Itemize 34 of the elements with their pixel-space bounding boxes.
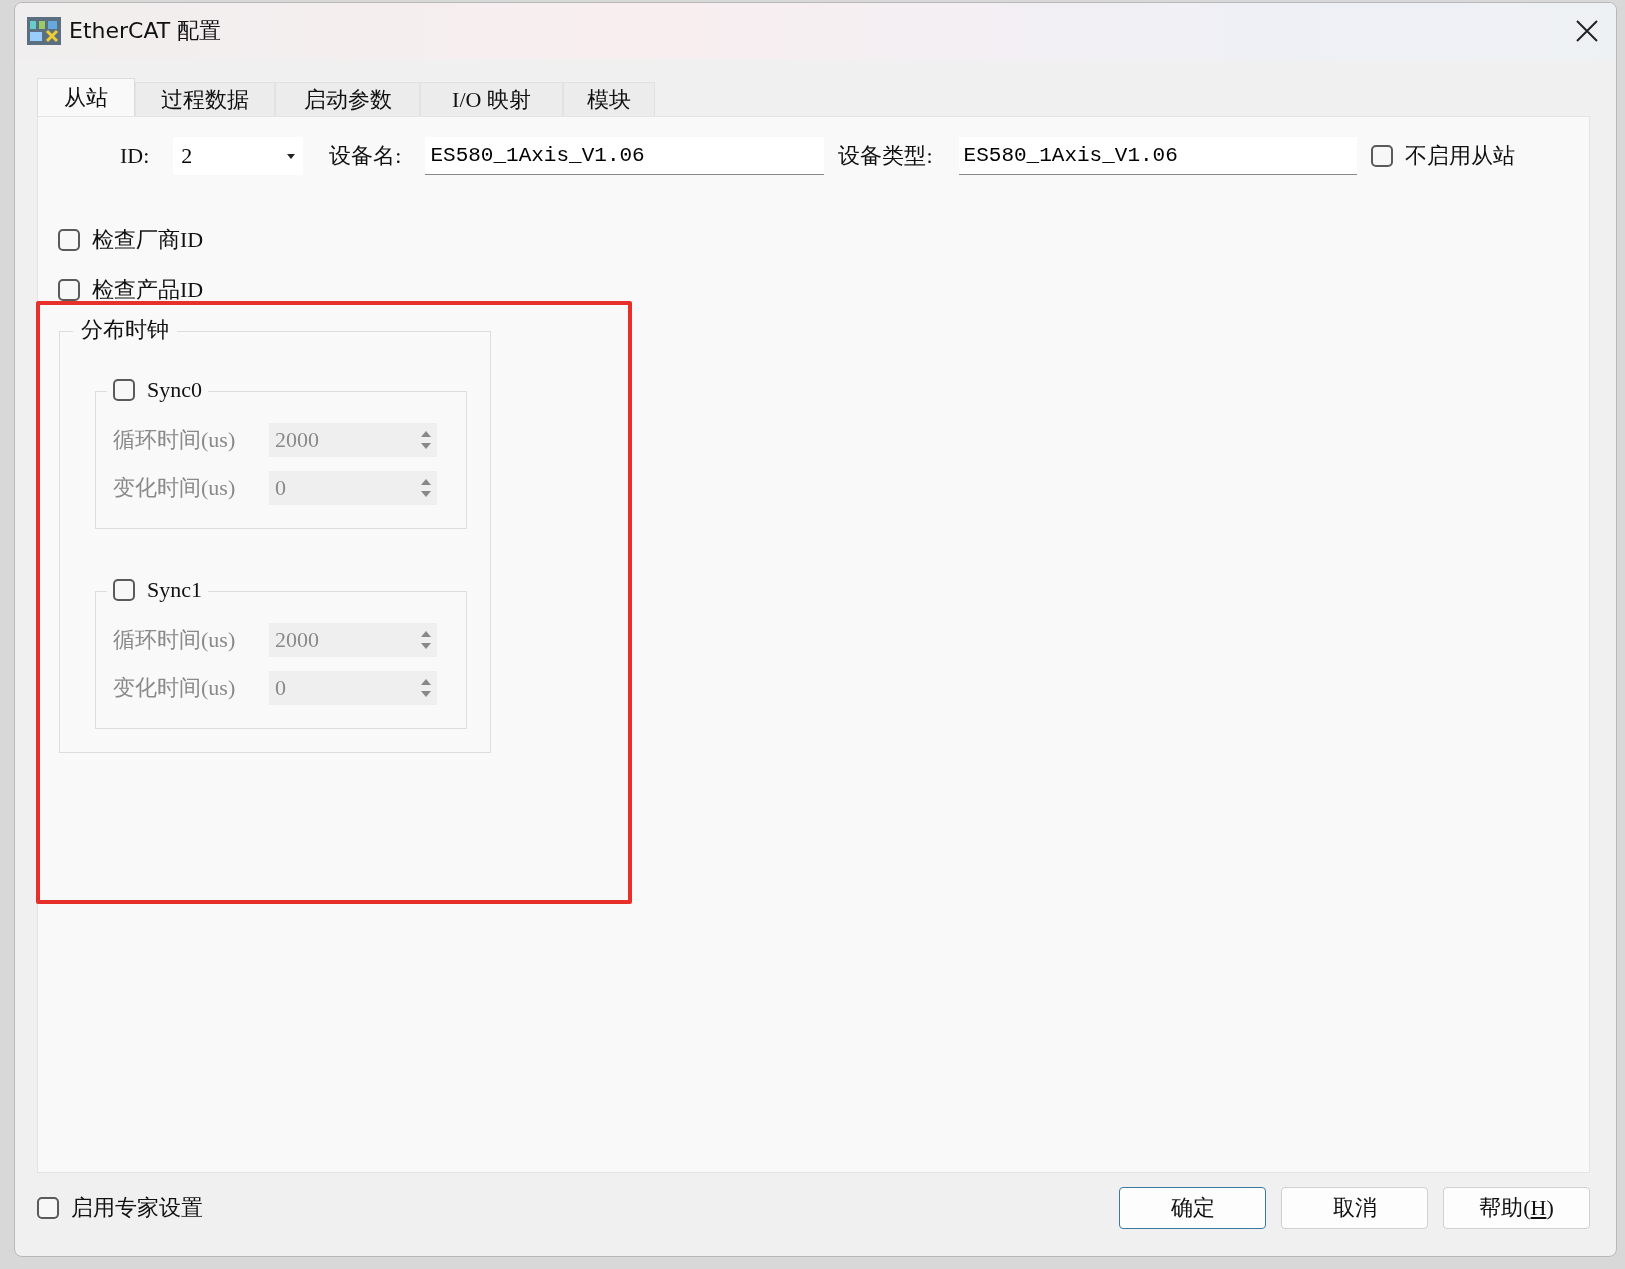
tab[interactable]: 过程数据 [135,82,275,116]
tab[interactable]: 模块 [563,82,655,116]
checkbox[interactable] [113,579,135,601]
checkbox-label: Sync0 [147,377,202,403]
checkbox-label: 不启用从站 [1404,142,1515,170]
field-label: 循环时间(us) [113,626,237,654]
checkbox-label: 检查厂商ID [92,226,204,254]
checkbox[interactable] [58,229,80,251]
checkbox-label: Sync1 [147,577,202,603]
window-title: EtherCAT 配置 [69,17,223,45]
caret-icon [287,153,296,159]
tab[interactable]: 从站 [37,78,135,116]
checkbox[interactable] [113,379,135,401]
device-type-field[interactable]: ES580_1Axis_V1.06 [958,137,1357,175]
checkbox[interactable] [37,1197,59,1219]
device-name-label: 设备名: [329,142,402,170]
device-name-field[interactable]: ES580_1Axis_V1.06 [425,137,825,175]
field-label: 变化时间(us) [113,674,237,702]
id-label: ID: [120,143,150,169]
checkbox-label: 启用专家设置 [71,1194,203,1222]
checkbox[interactable] [1370,145,1393,167]
tab[interactable]: 启动参数 [275,82,420,116]
dialog-button[interactable]: 帮助(H) [1443,1187,1590,1229]
dialog-button[interactable]: 取消 [1281,1187,1428,1229]
id-dropdown[interactable]: 2 [173,137,304,175]
checkbox[interactable] [58,279,80,301]
close-icon[interactable] [1576,20,1598,42]
tab[interactable]: I/O 映射 [420,82,563,116]
field-label: 变化时间(us) [113,474,237,502]
field-label: 循环时间(us) [113,426,237,454]
device-type-label: 设备类型: [838,142,933,170]
dialog-button[interactable]: 确定 [1119,1187,1266,1229]
checkbox-label: 检查产品ID [92,276,204,304]
app-icon [27,17,61,45]
